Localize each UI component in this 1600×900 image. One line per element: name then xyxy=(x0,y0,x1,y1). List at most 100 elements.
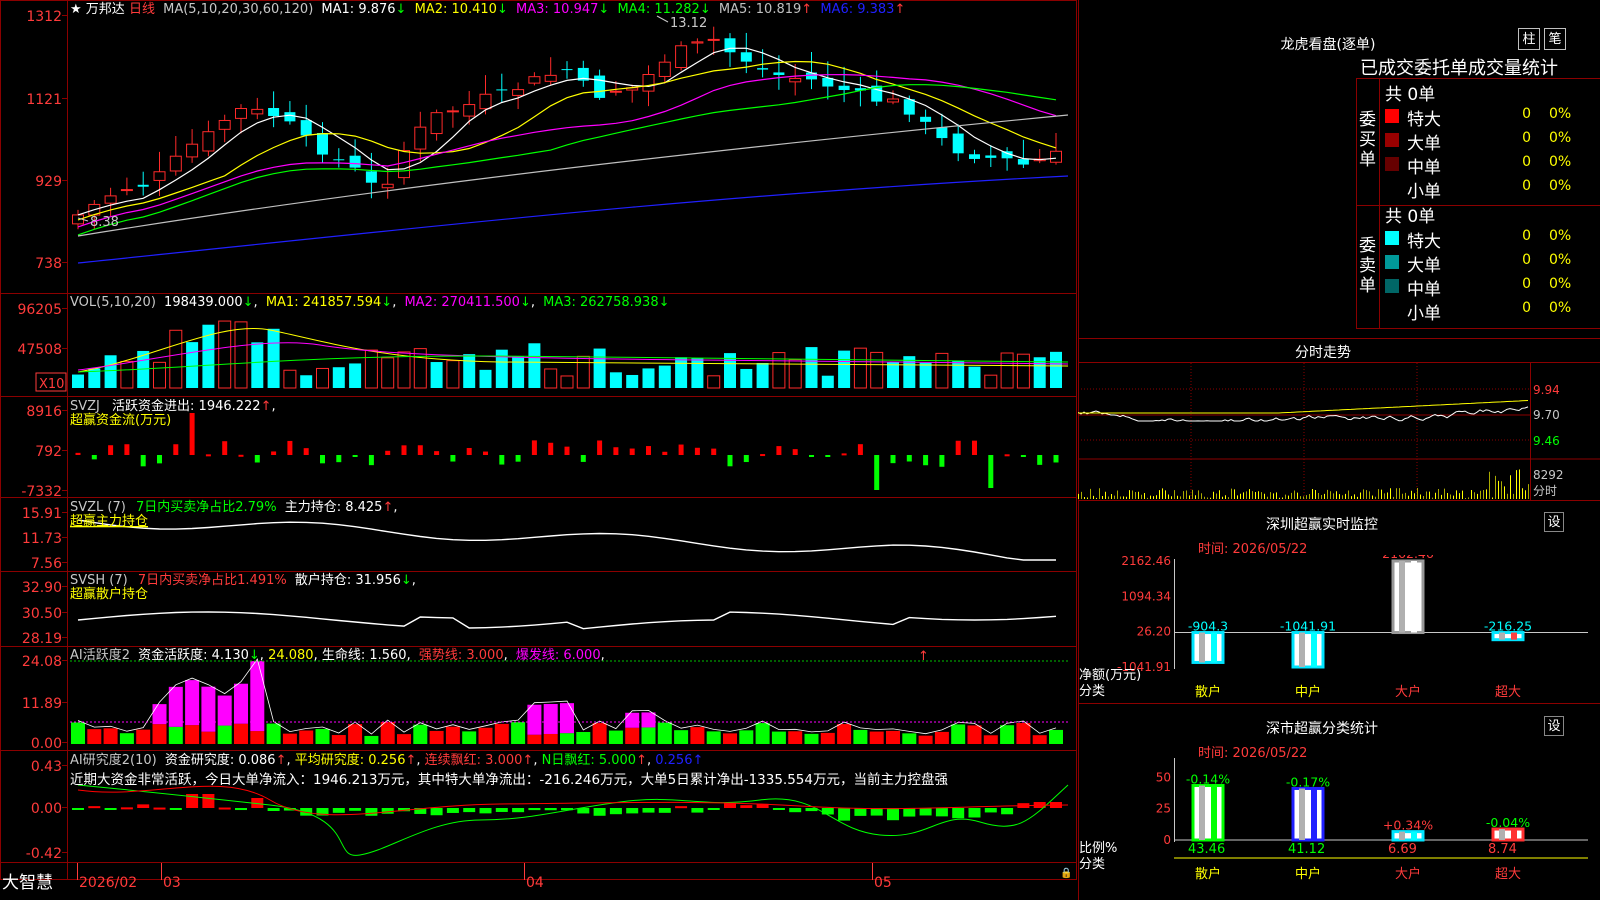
svzj-bar xyxy=(336,455,342,463)
ytick-svzj-0: 8916 xyxy=(26,404,62,420)
share-value-label: 6.69 xyxy=(1388,842,1417,857)
candle-up xyxy=(104,195,117,204)
category-label: 散户 xyxy=(1195,684,1221,700)
ai-bar xyxy=(103,728,118,744)
ai-strong: 强势线: 3.000 xyxy=(419,647,504,663)
candle-up xyxy=(658,61,671,77)
ai-bar xyxy=(560,733,574,744)
vol-bar-up xyxy=(234,321,248,389)
row-name: 大单 xyxy=(1407,256,1441,276)
sz-class-settings-button[interactable]: 设 xyxy=(1544,716,1564,736)
row-pct: 0% xyxy=(1549,300,1572,316)
ytick-ai-2: 0.00 xyxy=(31,736,62,752)
sell-row-s: 小单 0 0% xyxy=(1381,298,1572,324)
intraday-ytick-1: 9.70 xyxy=(1533,408,1560,422)
sep: , xyxy=(254,295,258,310)
ai-bar-hot xyxy=(625,712,640,728)
candle-up xyxy=(691,41,704,44)
research-bar xyxy=(72,808,84,810)
ai-bar xyxy=(1032,735,1047,744)
row-count: 0 xyxy=(1522,106,1531,122)
ai-bar xyxy=(168,726,183,744)
intraday-chart[interactable]: 9.94 9.70 9.46 8292 分时 xyxy=(1078,363,1600,500)
row-count: 0 xyxy=(1522,154,1531,170)
bar-mode-button[interactable]: 柱 xyxy=(1518,28,1540,50)
vol-bar-up xyxy=(120,360,134,389)
ai-bar xyxy=(87,729,102,744)
vol-ma3-arrow: ↓ xyxy=(659,295,670,310)
ai-bar xyxy=(201,731,216,744)
candle-up xyxy=(381,183,394,189)
ai-v2: 24.080 xyxy=(268,648,314,663)
ai-bar xyxy=(543,733,558,744)
category-label: 中户 xyxy=(1295,866,1321,882)
research-label: AI研究度2(10) xyxy=(70,752,157,768)
svg-text:VOL(5,10,20) 198439.000↓,: VOL(5,10,20) 198439.000↓, MA1: 241857.59… xyxy=(70,295,670,310)
svzj-bar xyxy=(580,455,586,462)
research-bar xyxy=(153,807,166,810)
svzj-bar xyxy=(205,454,211,457)
svzj-bar xyxy=(287,440,293,455)
svzj-bar xyxy=(434,451,440,455)
intraday-ytick-0: 9.94 xyxy=(1533,383,1560,397)
x-axis-label: 分类 xyxy=(1079,857,1105,872)
ai-bar-hot xyxy=(543,703,558,734)
research-bar xyxy=(626,808,639,814)
svzj-sub: 超赢资金流(万元) xyxy=(70,412,171,428)
research-bar xyxy=(202,794,215,808)
sell-row-xl: 特大 0 0% xyxy=(1381,226,1571,252)
candle-down xyxy=(317,133,328,155)
bar xyxy=(1491,631,1525,642)
vol-bar-down xyxy=(479,369,492,388)
color-swatch xyxy=(1385,255,1399,269)
svzj-arrow: ↑ xyxy=(261,399,272,414)
research-bar xyxy=(512,808,525,813)
bar xyxy=(1191,784,1225,842)
vol-bar-down xyxy=(186,342,199,388)
ytick-svsh-0: 32.90 xyxy=(22,580,62,596)
ai-bar-hot xyxy=(560,703,574,734)
ai-bar xyxy=(217,725,232,744)
kline-chart-area[interactable]: 1312 1121 929 738 96205 47508 8916 792 -… xyxy=(0,0,1078,900)
ai-bar xyxy=(315,728,330,744)
ai-bar xyxy=(657,722,672,744)
bar-stripe xyxy=(1399,561,1405,633)
vol-bar-up xyxy=(316,367,329,389)
research-bar xyxy=(642,808,655,813)
svzj-bar xyxy=(450,455,456,462)
ai-bar xyxy=(918,735,933,744)
ai-bar-hot xyxy=(168,686,183,727)
research-bar xyxy=(887,808,899,821)
vol-value-arrow: ↓ xyxy=(243,295,254,310)
ai-bar xyxy=(250,731,265,744)
category-label: 散户 xyxy=(1195,866,1221,882)
bar xyxy=(1291,631,1325,669)
svzj-bar xyxy=(743,455,749,463)
candle-down xyxy=(838,85,850,91)
color-swatch xyxy=(1385,157,1399,171)
research-bar xyxy=(838,808,851,821)
ai-bar xyxy=(1049,729,1063,744)
bar-stripe xyxy=(1399,831,1405,840)
row-name: 小单 xyxy=(1407,182,1441,202)
lock-icon[interactable]: 🔒 xyxy=(1060,867,1072,879)
svzj-bar xyxy=(874,455,880,490)
ai-bar xyxy=(299,730,314,744)
vol-bar-up xyxy=(381,357,395,389)
vol-bar-up xyxy=(364,349,378,389)
ai-bar xyxy=(625,727,640,744)
vol-bar-up xyxy=(853,347,867,389)
bar xyxy=(1491,827,1525,842)
ai-bar xyxy=(494,723,509,744)
sz-monitor-settings-button[interactable]: 设 xyxy=(1544,512,1564,532)
ytick-ai-1: 11.89 xyxy=(22,696,62,712)
svzl-hold: 主力持仓: 8.425 xyxy=(285,500,383,515)
date-tick-0: 2026/02 xyxy=(79,875,137,891)
ma5-value: MA5: 10.819 xyxy=(719,2,801,17)
vol-bar-down xyxy=(1050,351,1062,388)
svzl-sub: 超赢主力持仓 xyxy=(70,513,148,529)
ai-sep4: , xyxy=(504,648,508,663)
research-bar xyxy=(935,808,948,817)
research-v5: 0.256 xyxy=(655,753,692,768)
pen-mode-button[interactable]: 笔 xyxy=(1544,28,1566,50)
